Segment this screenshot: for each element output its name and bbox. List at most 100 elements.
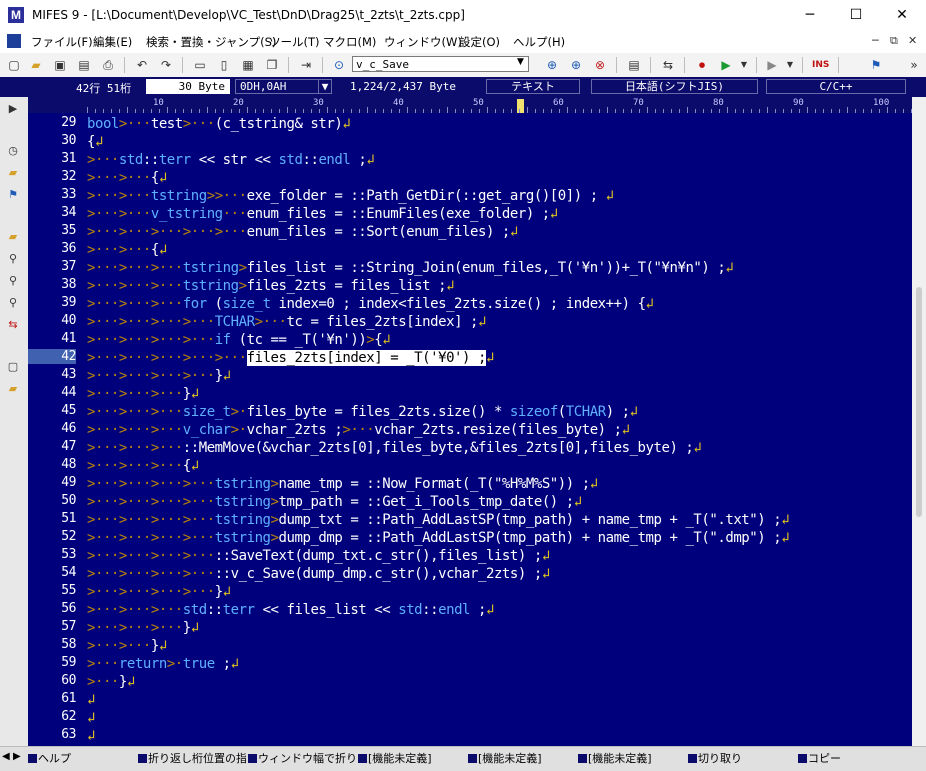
code-text[interactable]: {↲ <box>87 133 103 151</box>
open-folder-icon[interactable]: ▰ <box>28 57 44 73</box>
code-line[interactable]: 58 >···>···}↲ <box>28 637 912 655</box>
folder-icon[interactable]: ▰ <box>6 167 20 179</box>
play-macro-icon[interactable]: ▶ <box>718 57 734 73</box>
code-line[interactable]: 33 >···>···tstring>>···exe_folder = ::Pat… <box>28 187 912 205</box>
code-line[interactable]: 52 >···>···>···>···tstring>dump_dmp = ::P… <box>28 529 912 547</box>
fkey-button[interactable]: 折り返し桁位置の指 <box>138 750 246 767</box>
language-select[interactable]: C/C++ <box>766 79 906 94</box>
code-text[interactable]: >···std::terr << str << std::endl ;↲ <box>87 151 375 169</box>
run-icon[interactable]: ▶ <box>764 57 780 73</box>
code-line[interactable]: 47 >···>···>···::MemMove(&vchar_2zts[0],f… <box>28 439 912 457</box>
code-line[interactable]: 36 >···>···{↲ <box>28 241 912 259</box>
fkey-next-icon[interactable]: ▶ <box>13 751 21 762</box>
code-line[interactable]: 41 >···>···>···>···if (tc == _T('¥n'))>{↲ <box>28 331 912 349</box>
code-text[interactable]: >···>···>···>···tstring>name_tmp = ::Now… <box>87 475 598 493</box>
code-text[interactable]: >···>···>···size_t>·files_byte = files_2… <box>87 403 638 421</box>
code-line[interactable]: 51 >···>···>···>···tstring>dump_txt = ::P… <box>28 511 912 529</box>
search-folder-icon[interactable]: ▰ <box>6 231 20 243</box>
code-line[interactable]: 54 >···>···>···>···::v_c_Save(dump_dmp.c_… <box>28 565 912 583</box>
find-clear-icon[interactable]: ⊗ <box>592 57 608 73</box>
record-macro-icon[interactable]: ⏺ <box>694 57 710 73</box>
cascade-windows-icon[interactable]: ❐ <box>264 57 280 73</box>
code-text[interactable]: >···>···>···}↲ <box>87 619 199 637</box>
tile-windows-icon[interactable]: ▦ <box>240 57 256 73</box>
mode-select[interactable]: テキスト <box>486 79 580 94</box>
minimize-button[interactable]: ─ <box>787 0 833 31</box>
menu-tools[interactable]: ツール(T) <box>269 34 320 50</box>
play-macro-chevron-icon[interactable]: ▼ <box>736 57 752 73</box>
code-line[interactable]: 44 >···>···>···}↲ <box>28 385 912 403</box>
compare-icon[interactable]: ⇆ <box>6 319 20 331</box>
code-text[interactable]: >···>···{↲ <box>87 241 167 259</box>
encoding-select[interactable]: 日本語(シフトJIS) <box>591 79 758 94</box>
document-menu-icon[interactable] <box>7 34 21 48</box>
code-text[interactable]: >···}↲ <box>87 673 135 691</box>
code-text[interactable]: ↲ <box>87 727 95 745</box>
code-text[interactable]: >···>···>···>···tstring>dump_txt = ::Pat… <box>87 511 790 529</box>
menu-window[interactable]: ウィンドウ(W) <box>384 34 462 50</box>
chevron-down-icon[interactable]: ▼ <box>517 57 524 67</box>
code-text[interactable]: >···>···v_tstring···enum_files = ::EnumF… <box>87 205 558 223</box>
fkey-button[interactable]: [機能未定義] <box>358 750 466 767</box>
code-line[interactable]: 50 >···>···>···>···tstring>tmp_path = ::G… <box>28 493 912 511</box>
save-all-icon[interactable]: ▤ <box>76 57 92 73</box>
code-text[interactable]: >···>···>···>···tstring>tmp_path = ::Get… <box>87 493 582 511</box>
compare-icon[interactable]: ⇆ <box>660 57 676 73</box>
grep-icon[interactable]: ⚲ <box>6 253 20 265</box>
code-text[interactable]: >···>···>···tstring>files_list = ::Strin… <box>87 259 734 277</box>
code-line[interactable]: 32 >···>···{↲ <box>28 169 912 187</box>
close-button[interactable]: ✕ <box>879 0 925 31</box>
code-editor[interactable]: 29 bool>···test>···(c_tstring& str)↲ 30 {↲ 3… <box>28 113 912 746</box>
code-line[interactable]: 60 >···}↲ <box>28 673 912 691</box>
history-icon[interactable]: ◷ <box>6 145 20 157</box>
code-line[interactable]: 45 >···>···>···size_t>·files_byte = files… <box>28 403 912 421</box>
flag-icon[interactable]: ⚑ <box>6 189 20 201</box>
mdi-restore-icon[interactable]: ⧉ <box>890 34 898 48</box>
code-text[interactable]: >···>···tstring>>···exe_folder = ::Path_… <box>87 187 614 205</box>
code-line[interactable]: 57 >···>···>···}↲ <box>28 619 912 637</box>
split-vertical-icon[interactable]: ▯ <box>216 57 232 73</box>
code-line[interactable]: 42 >···>···>···>···>···files_2zts[index] … <box>28 349 912 367</box>
code-text[interactable]: >···>···>···>···>···enum_files = ::Sort(… <box>87 223 518 241</box>
code-line[interactable]: 35 >···>···>···>···>···enum_files = ::Sor… <box>28 223 912 241</box>
code-text[interactable]: >···>···>···>···if (tc == _T('¥n'))>{↲ <box>87 331 391 349</box>
scrollbar-thumb[interactable] <box>916 287 922 517</box>
code-text[interactable]: >···>···>···{↲ <box>87 457 199 475</box>
document-icon[interactable]: ▢ <box>6 361 20 373</box>
code-text[interactable]: >···>···>···tstring>files_2zts = files_l… <box>87 277 455 295</box>
fkey-button[interactable]: コピー <box>798 750 906 767</box>
search-icon[interactable]: ⊙ <box>331 57 347 73</box>
code-text[interactable]: >···>···>···>···>···files_2zts[index] = … <box>87 349 494 367</box>
code-text[interactable]: >···>···>···::MemMove(&vchar_2zts[0],fil… <box>87 439 702 457</box>
code-line[interactable]: 39 >···>···>···for (size_t index=0 ; inde… <box>28 295 912 313</box>
code-text[interactable]: ↲ <box>87 709 95 727</box>
chevron-down-icon[interactable]: ▼ <box>318 79 332 94</box>
code-line[interactable]: 61 ↲ <box>28 691 912 709</box>
code-text[interactable]: >···>···{↲ <box>87 169 167 187</box>
code-text[interactable]: bool>···test>···(c_tstring& str)↲ <box>87 115 351 133</box>
code-line[interactable]: 48 >···>···>···{↲ <box>28 457 912 475</box>
find-prev-icon[interactable]: ⊕ <box>568 57 584 73</box>
code-text[interactable]: >···>···>···>···::v_c_Save(dump_dmp.c_st… <box>87 565 550 583</box>
toolbar-overflow-icon[interactable]: » <box>906 57 922 73</box>
vertical-scrollbar[interactable] <box>912 97 926 746</box>
code-line[interactable]: 43 >···>···>···>···}↲ <box>28 367 912 385</box>
mdi-close-icon[interactable]: ✕ <box>908 34 917 47</box>
split-horizontal-icon[interactable]: ▭ <box>192 57 208 73</box>
find-in-files-icon[interactable]: ⚲ <box>6 297 20 309</box>
code-line[interactable]: 56 >···>···>···std::terr << files_list <<… <box>28 601 912 619</box>
code-line[interactable]: 38 >···>···>···tstring>files_2zts = files… <box>28 277 912 295</box>
code-line[interactable]: 62 ↲ <box>28 709 912 727</box>
code-line[interactable]: 63 ↲ <box>28 727 912 745</box>
code-line[interactable]: 46 >···>···>···v_char>·vchar_2zts ;>···vc… <box>28 421 912 439</box>
code-line[interactable]: 30 {↲ <box>28 133 912 151</box>
code-text[interactable]: >···>···>···>···}↲ <box>87 367 231 385</box>
code-text[interactable]: >···return>·true ;↲ <box>87 655 239 673</box>
code-line[interactable]: 49 >···>···>···>···tstring>name_tmp = ::N… <box>28 475 912 493</box>
menu-file[interactable]: ファイル(F) <box>31 34 93 50</box>
find-next-icon[interactable]: ⊕ <box>544 57 560 73</box>
panel-toggle-icon[interactable]: ▶ <box>6 103 20 115</box>
code-line[interactable]: 37 >···>···>···tstring>files_list = ::Str… <box>28 259 912 277</box>
code-text[interactable]: >···>···}↲ <box>87 637 167 655</box>
save-icon[interactable]: ▣ <box>52 57 68 73</box>
